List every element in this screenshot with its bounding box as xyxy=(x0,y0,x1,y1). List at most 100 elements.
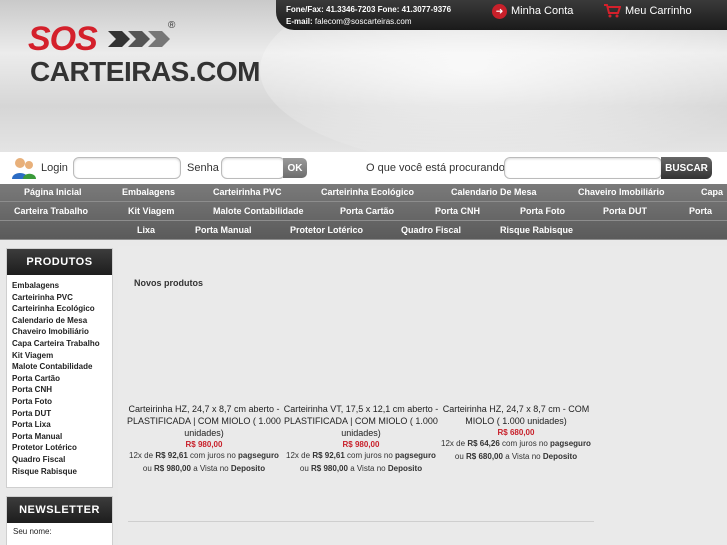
user-icon xyxy=(12,158,36,179)
nav-item-protetor-loterico[interactable]: Protetor Lotérico xyxy=(290,225,363,235)
installment-count: 12x xyxy=(286,451,299,460)
password-input[interactable] xyxy=(221,157,285,179)
cash-ou: ou xyxy=(454,452,464,461)
my-account-link[interactable]: ➜ Minha Conta xyxy=(492,3,573,19)
cash-value: R$ 980,00 xyxy=(154,464,191,473)
search-question-label: O que você está procurando? xyxy=(366,162,511,174)
site-header: SOS ® CARTEIRAS.COM Fone/Fax: 41.3346-72… xyxy=(0,0,727,152)
category-item[interactable]: Carteirinha Ecológico xyxy=(12,303,112,315)
category-item[interactable]: Carteirinha PVC xyxy=(12,292,112,304)
category-item[interactable]: Calendario de Mesa xyxy=(12,315,112,327)
category-item[interactable]: Embalagens xyxy=(12,280,112,292)
category-item[interactable]: Kit Viagem xyxy=(12,350,112,362)
nav-item-capa[interactable]: Capa xyxy=(701,187,723,197)
my-cart-link[interactable]: Meu Carrinho xyxy=(603,3,692,19)
newsletter-title: NEWSLETTER xyxy=(7,497,112,523)
nav-item-carteirinha-pvc[interactable]: Carteirinha PVC xyxy=(213,187,282,197)
nav-item-pagina-inicial[interactable]: Página Inicial xyxy=(24,187,82,197)
cash-method: Deposito xyxy=(542,452,578,461)
nav-item-embalagens[interactable]: Embalagens xyxy=(122,187,175,197)
cash-ou: ou xyxy=(299,464,309,473)
login-label: Login xyxy=(41,162,68,174)
nav-row-2: Carteira Trabalho Kit Viagem Malote Cont… xyxy=(0,203,727,221)
nav-item-risque-rabisque[interactable]: Risque Rabisque xyxy=(500,225,573,235)
nav-item-calendario-de-mesa[interactable]: Calendario De Mesa xyxy=(451,187,537,197)
installment-info: 12x de R$ 92,61 com juros no pagseguro xyxy=(283,450,439,462)
nav-item-quadro-fiscal[interactable]: Quadro Fiscal xyxy=(401,225,461,235)
site-logo[interactable]: SOS ® CARTEIRAS.COM xyxy=(28,20,260,90)
cash-info: ou R$ 980,00 a Vista no Deposito xyxy=(126,463,282,475)
search-input[interactable] xyxy=(504,157,662,179)
cash-method: Deposito xyxy=(230,464,266,473)
nav-item-carteirinha-ecologico[interactable]: Carteirinha Ecológico xyxy=(321,187,414,197)
logo-registered-mark: ® xyxy=(168,20,176,31)
nav-item-porta-manual[interactable]: Porta Manual xyxy=(195,225,252,235)
cash-mid: a Vista no xyxy=(193,464,229,473)
my-cart-label: Meu Carrinho xyxy=(625,5,692,17)
newsletter-name-label: Seu nome: xyxy=(13,527,52,536)
cash-info: ou R$ 980,00 a Vista no Deposito xyxy=(283,463,439,475)
contact-info: Fone/Fax: 41.3346-7203 Fone: 41.3077-937… xyxy=(286,4,451,28)
category-nav: Página Inicial Embalagens Carteirinha PV… xyxy=(0,184,727,240)
installment-value: R$ 92,61 xyxy=(155,451,188,460)
product-price: R$ 980,00 xyxy=(342,440,380,449)
category-item[interactable]: Porta CNH xyxy=(12,384,112,396)
nav-item-porta-cartao[interactable]: Porta Cartão xyxy=(340,206,394,216)
category-item[interactable]: Porta Manual xyxy=(12,431,112,443)
login-ok-button[interactable]: OK xyxy=(283,158,307,178)
phone-value: 41.3346-7203 xyxy=(326,5,376,14)
nav-item-malote-contabilidade[interactable]: Malote Contabilidade xyxy=(213,206,304,216)
installment-gateway: pagseguro xyxy=(238,451,279,460)
search-button[interactable]: BUSCAR xyxy=(661,157,712,179)
product-card[interactable]: Carteirinha HZ, 24,7 x 8,7 cm - COM MIOL… xyxy=(438,403,594,463)
category-item[interactable]: Risque Rabisque xyxy=(12,466,112,478)
nav-item-lixa[interactable]: Lixa xyxy=(137,225,155,235)
password-label: Senha xyxy=(187,162,219,174)
login-input[interactable] xyxy=(73,157,181,179)
installment-de: de xyxy=(144,451,154,460)
product-name[interactable]: Carteirinha HZ, 24,7 x 8,7 cm - COM MIOL… xyxy=(438,403,594,427)
category-item[interactable]: Protetor Lotérico xyxy=(12,442,112,454)
category-item[interactable]: Malote Contabilidade xyxy=(12,361,112,373)
nav-item-porta[interactable]: Porta xyxy=(689,206,712,216)
category-item[interactable]: Capa Carteira Trabalho xyxy=(12,338,112,350)
top-contact-bar: Fone/Fax: 41.3346-7203 Fone: 41.3077-937… xyxy=(276,0,727,30)
category-item[interactable]: Quadro Fiscal xyxy=(12,454,112,466)
installment-mid: com juros no xyxy=(190,451,236,460)
installment-value: R$ 64,26 xyxy=(467,439,500,448)
product-name[interactable]: Carteirinha HZ, 24,7 x 8,7 cm aberto - P… xyxy=(126,403,282,439)
phone2-label: Fone: xyxy=(377,5,400,14)
logo-name-text: CARTEIRAS.COM xyxy=(30,56,260,87)
logo-arrows-icon xyxy=(108,31,170,47)
my-account-label: Minha Conta xyxy=(511,5,574,17)
cash-value: R$ 980,00 xyxy=(311,464,348,473)
category-item[interactable]: Porta DUT xyxy=(12,408,112,420)
nav-item-porta-foto[interactable]: Porta Foto xyxy=(520,206,565,216)
category-item[interactable]: Porta Lixa xyxy=(12,419,112,431)
nav-item-chaveiro-imobiliario[interactable]: Chaveiro Imobiliário xyxy=(578,187,665,197)
installment-de: de xyxy=(456,439,466,448)
nav-row-3: Lixa Porta Manual Protetor Lotérico Quad… xyxy=(0,222,727,240)
category-item[interactable]: Porta Cartão xyxy=(12,373,112,385)
category-item[interactable]: Chaveiro Imobiliário xyxy=(12,326,112,338)
installment-mid: com juros no xyxy=(347,451,393,460)
nav-item-porta-cnh[interactable]: Porta CNH xyxy=(435,206,480,216)
product-name[interactable]: Carteirinha VT, 17,5 x 12,1 cm aberto - … xyxy=(283,403,439,439)
email-value[interactable]: falecom@soscarteiras.com xyxy=(315,17,412,26)
phone-label: Fone/Fax: xyxy=(286,5,324,14)
product-card[interactable]: Carteirinha HZ, 24,7 x 8,7 cm aberto - P… xyxy=(126,403,282,475)
main-content: Novos produtos xyxy=(118,246,727,545)
arrow-right-icon: ➜ xyxy=(492,3,507,19)
products-sidebar: PRODUTOS Embalagens Carteirinha PVC Cart… xyxy=(6,248,113,488)
category-item[interactable]: Porta Foto xyxy=(12,396,112,408)
nav-item-porta-dut[interactable]: Porta DUT xyxy=(603,206,647,216)
installment-count: 12x xyxy=(129,451,142,460)
installment-de: de xyxy=(301,451,311,460)
newsletter-box: NEWSLETTER Seu nome: xyxy=(6,496,113,545)
nav-item-kit-viagem[interactable]: Kit Viagem xyxy=(128,206,174,216)
logo-sos-text: SOS xyxy=(28,20,98,58)
nav-item-carteira-trabalho[interactable]: Carteira Trabalho xyxy=(14,206,88,216)
cash-mid: a Vista no xyxy=(350,464,386,473)
product-card[interactable]: Carteirinha VT, 17,5 x 12,1 cm aberto - … xyxy=(283,403,439,475)
cash-method: Deposito xyxy=(387,464,423,473)
